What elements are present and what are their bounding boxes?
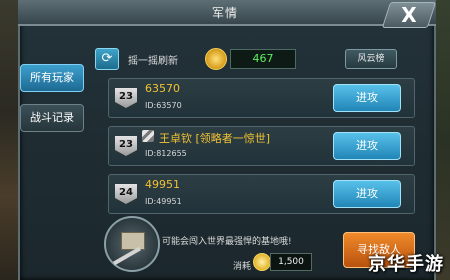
- player-row: 23 王卓钦 [领略者一惊世] ID:812655 进攻: [108, 126, 415, 166]
- rank-chevron-icon: [142, 130, 154, 142]
- player-row: 24 49951 ID:49951 进攻: [108, 174, 415, 214]
- ranking-button[interactable]: 风云榜: [345, 49, 397, 69]
- refresh-icon[interactable]: ⟳: [95, 48, 119, 70]
- tab-battle-log[interactable]: 战斗记录: [20, 104, 84, 132]
- base-building-icon: [121, 232, 145, 250]
- player-name: 49951: [145, 178, 180, 191]
- medal-value: 467: [230, 49, 296, 69]
- cost-value: 1,500: [270, 253, 312, 271]
- attack-button[interactable]: 进攻: [333, 132, 401, 160]
- player-id: ID:49951: [145, 197, 182, 206]
- player-id: ID:63570: [145, 101, 182, 110]
- radar-icon: [104, 216, 160, 272]
- cost-label: 消耗: [233, 262, 252, 272]
- window-title: 军情: [211, 6, 238, 20]
- level-badge: 23: [115, 136, 137, 156]
- close-button[interactable]: X: [381, 2, 437, 28]
- tab-all-players[interactable]: 所有玩家: [20, 64, 84, 92]
- level-badge: 24: [115, 184, 137, 204]
- player-name: 王卓钦 [领略者一惊世]: [159, 132, 271, 145]
- level-badge: 23: [115, 88, 137, 108]
- refresh-label: 摇一摇刷新: [128, 56, 178, 67]
- search-hint: 可能会闯入世界最强悍的基地哦!: [162, 237, 292, 247]
- player-id: ID:812655: [145, 149, 187, 158]
- attack-button[interactable]: 进攻: [333, 84, 401, 112]
- gold-coin-icon: [253, 253, 271, 271]
- player-row: 23 63570 ID:63570 进攻: [108, 78, 415, 118]
- medal-icon: [205, 48, 227, 70]
- attack-button[interactable]: 进攻: [333, 180, 401, 208]
- close-icon[interactable]: X: [387, 3, 431, 27]
- watermark: 京华手游: [368, 254, 444, 275]
- player-name: 63570: [145, 82, 180, 95]
